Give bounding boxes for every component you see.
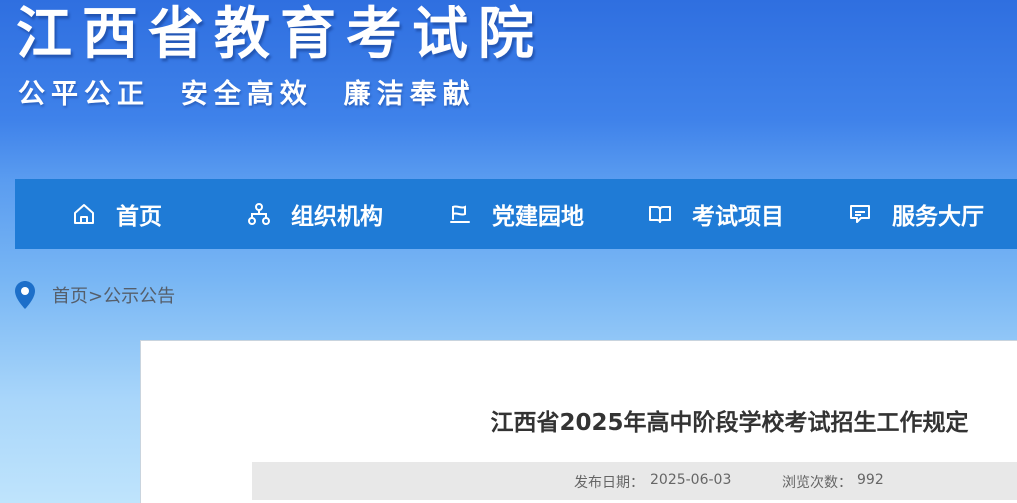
article-title: 江西省2025年高中阶段学校考试招生工作规定 <box>490 410 969 436</box>
view-count: 992 <box>857 472 884 488</box>
view-count-label: 浏览次数： <box>782 475 852 491</box>
site-title: 江西省教育考试院 <box>16 2 544 67</box>
org-chart-icon <box>248 203 270 225</box>
nav-item-exams[interactable]: 考试项目 <box>648 179 784 249</box>
nav-label-service-hall: 服务大厅 <box>892 204 984 230</box>
nav-item-party[interactable]: 党建园地 <box>448 179 584 249</box>
publish-date-label: 发布日期： <box>574 475 644 491</box>
nav-label-home: 首页 <box>116 204 162 230</box>
publish-date: 2025-06-03 <box>650 472 732 488</box>
chat-bubble-icon <box>850 205 870 223</box>
nav-label-exams: 考试项目 <box>692 204 784 230</box>
home-icon <box>74 204 94 224</box>
article-meta-bar: 发布日期： 2025-06-03 浏览次数： 992 <box>252 462 1017 500</box>
open-book-icon <box>649 206 671 223</box>
breadcrumb-separator: > <box>88 286 104 307</box>
nav-label-party: 党建园地 <box>492 204 584 230</box>
breadcrumb: 首页>公示公告 <box>14 280 175 310</box>
site-header: 江西省教育考试院 公平公正 安全高效 廉洁奉献 <box>0 0 1017 180</box>
nav-item-organization[interactable]: 组织机构 <box>247 179 383 249</box>
nav-label-organization: 组织机构 <box>291 204 383 230</box>
nav-item-home[interactable]: 首页 <box>72 179 162 249</box>
article-card: 江西省2025年高中阶段学校考试招生工作规定 发布日期： 2025-06-03 … <box>140 340 1017 503</box>
site-slogan: 公平公正 安全高效 廉洁奉献 <box>18 79 476 110</box>
breadcrumb-home-link[interactable]: 首页 <box>52 286 88 307</box>
location-pin-icon <box>15 281 35 309</box>
main-nav: 首页 组织机构 党建园地 考试项目 服务大厅 <box>15 179 1017 249</box>
breadcrumb-current[interactable]: 公示公告 <box>103 286 175 307</box>
nav-item-service-hall[interactable]: 服务大厅 <box>848 179 984 249</box>
party-emblem-icon <box>450 205 470 223</box>
